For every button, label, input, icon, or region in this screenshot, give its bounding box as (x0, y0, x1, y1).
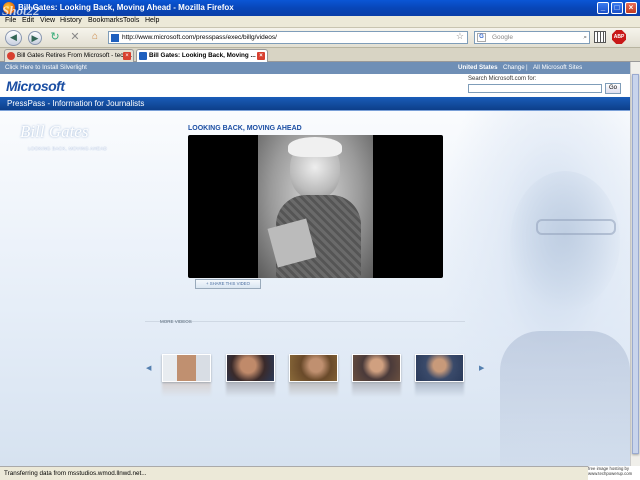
video-thumbnail-3[interactable] (289, 354, 338, 382)
reload-icon[interactable]: ↻ (48, 31, 62, 45)
search-icon[interactable]: ⌕ (583, 32, 587, 43)
search-label: Search Microsoft.com for: (468, 76, 537, 82)
google-icon[interactable]: G (477, 33, 486, 42)
share-video-button[interactable]: + SHARE THIS VIDEO (195, 279, 261, 289)
menu-view[interactable]: View (40, 17, 55, 24)
minimize-button[interactable]: _ (597, 2, 609, 14)
microsoft-logo[interactable]: Microsoft (6, 78, 65, 94)
suit-shape (500, 331, 630, 466)
home-icon[interactable]: ⌂ (88, 31, 102, 45)
menu-tools[interactable]: Tools (123, 17, 139, 24)
region-label: United States (458, 64, 498, 71)
menu-help[interactable]: Help (145, 17, 159, 24)
divider: | (526, 64, 528, 71)
maximize-button[interactable]: □ (611, 2, 623, 14)
page-content: Click Here to Install Silverlight United… (0, 62, 630, 466)
navigation-toolbar: ◀ ▶ ↻ ✕ ⌂ http://www.microsoft.com/press… (0, 28, 640, 48)
prev-arrow-icon[interactable]: ◀ (146, 364, 151, 372)
silverlight-bar: Click Here to Install Silverlight United… (0, 62, 630, 74)
tab-favicon (139, 52, 147, 60)
tab-favicon (7, 52, 15, 60)
change-region-link[interactable]: Change (503, 62, 525, 74)
child-hair (288, 137, 342, 157)
video-thumbnail-4[interactable] (352, 354, 401, 382)
bookmark-star-icon[interactable]: ☆ (456, 31, 464, 42)
search-placeholder: Google (492, 34, 513, 41)
back-icon[interactable]: ◀ (5, 30, 22, 46)
presspass-title[interactable]: PressPass - Information for Journalists (7, 99, 144, 108)
video-thumbnail-1[interactable] (162, 354, 211, 382)
tab-bill-gates-retires[interactable]: Bill Gates Retires From Microsoft - tech… (4, 49, 134, 62)
video-thumbnail-2[interactable] (226, 354, 275, 382)
forward-icon[interactable]: ▶ (28, 31, 42, 45)
window-title: Bill Gates: Looking Back, Moving Ahead -… (18, 3, 234, 12)
video-thumbnail-5[interactable] (415, 354, 464, 382)
menu-history[interactable]: History (60, 17, 82, 24)
presspass-banner: PressPass - Information for Journalists (0, 97, 630, 110)
signature-subtitle: LOOKING BACK, MOVING AHEAD (28, 146, 108, 151)
tab-looking-back[interactable]: Bill Gates: Looking Back, Moving ... × (136, 49, 268, 62)
tab-label: Bill Gates: Looking Back, Moving ... (149, 52, 256, 59)
stop-icon[interactable]: ✕ (68, 31, 82, 45)
divider (145, 321, 465, 322)
search-input[interactable]: G Google ⌕ (474, 31, 590, 44)
video-player[interactable] (188, 135, 443, 278)
url-text: http://www.microsoft.com/presspass/exec/… (122, 34, 277, 41)
menu-bookmarks[interactable]: Bookmarks (88, 17, 123, 24)
video-title: LOOKING BACK, MOVING AHEAD (188, 125, 302, 132)
more-videos-label: MORE VIDEOS (160, 319, 192, 324)
tab-close-icon[interactable]: × (257, 52, 265, 60)
child-photo (258, 135, 373, 278)
window-titlebar: Bill Gates: Looking Back, Moving Ahead -… (0, 0, 640, 16)
all-microsoft-sites-link[interactable]: All Microsoft Sites (533, 62, 582, 74)
toolbar-grid-icon[interactable] (594, 31, 606, 43)
hero-portrait (440, 111, 630, 466)
menu-file[interactable]: File (5, 17, 16, 24)
credit-line-2: www.techpowerup.com (588, 471, 633, 476)
status-text: Transferring data from msstudios.wmod.ll… (4, 470, 147, 477)
vertical-scrollbar[interactable] (630, 62, 640, 466)
status-bar: Transferring data from msstudios.wmod.ll… (0, 466, 640, 480)
tab-close-icon[interactable]: × (123, 52, 131, 60)
adblock-icon[interactable]: ABP (612, 30, 626, 44)
site-favicon (111, 34, 119, 42)
signature-logo: Bill Gates (20, 122, 89, 141)
glasses-shape (536, 219, 616, 235)
menu-edit[interactable]: Edit (22, 17, 34, 24)
tab-bar: Bill Gates Retires From Microsoft - tech… (0, 48, 640, 62)
url-bar[interactable]: http://www.microsoft.com/presspass/exec/… (108, 31, 468, 44)
image-host-credit: free image hosting by www.techpowerup.co… (588, 466, 640, 480)
ms-search-input[interactable] (468, 84, 602, 93)
tab-label: Bill Gates Retires From Microsoft - tech… (17, 52, 133, 59)
close-button[interactable]: × (625, 2, 637, 14)
menu-bar: File Edit View History Bookmarks Tools H… (0, 16, 640, 28)
scrollbar-thumb[interactable] (632, 74, 639, 454)
install-silverlight-link[interactable]: Click Here to Install Silverlight (5, 62, 87, 74)
go-button[interactable]: Go (605, 83, 621, 94)
next-arrow-icon[interactable]: ▶ (479, 364, 484, 372)
